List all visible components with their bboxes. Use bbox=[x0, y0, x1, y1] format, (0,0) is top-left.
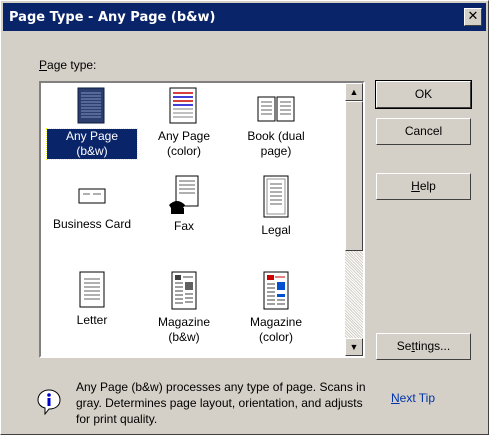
page-type-label-mnemonic: P bbox=[39, 58, 48, 72]
list-item-label: Magazine (color) bbox=[249, 315, 303, 344]
page-type-list-items: Any Page (b&w) Any Page (color) Book (du… bbox=[41, 83, 344, 356]
list-item-label: Book (dual page) bbox=[247, 129, 305, 158]
tip-text: Any Page (b&w) processes any type of pag… bbox=[76, 380, 366, 426]
magazine-bw-icon bbox=[171, 271, 197, 310]
list-item-letter[interactable]: Letter bbox=[47, 271, 137, 328]
list-item-legal[interactable]: Legal bbox=[231, 175, 321, 238]
window-title: Page Type - Any Page (b&w) bbox=[9, 9, 216, 25]
page-type-label: Page type: bbox=[39, 58, 96, 72]
scroll-down-button[interactable]: ▼ bbox=[345, 338, 363, 356]
settings-label-start: Se bbox=[396, 339, 412, 353]
list-item-label: Letter bbox=[76, 313, 108, 327]
next-tip-link[interactable]: Next Tip bbox=[391, 391, 435, 405]
help-mnemonic: H bbox=[411, 179, 420, 193]
help-button[interactable]: Help bbox=[376, 173, 471, 200]
list-item-magazine-color[interactable]: Magazine (color) bbox=[231, 271, 321, 345]
help-label: elp bbox=[419, 179, 436, 193]
arrow-down-icon: ▼ bbox=[349, 342, 359, 352]
ok-button[interactable]: OK bbox=[375, 80, 472, 109]
info-icon bbox=[37, 389, 61, 415]
settings-button[interactable]: Settings... bbox=[376, 333, 471, 360]
list-item-label: Any Page (b&w) bbox=[46, 128, 138, 160]
fax-icon bbox=[169, 175, 199, 214]
scroll-up-button[interactable]: ▲ bbox=[345, 83, 363, 101]
cancel-button[interactable]: Cancel bbox=[376, 118, 471, 145]
list-item-book-dual-page[interactable]: Book (dual page) bbox=[231, 87, 321, 159]
next-tip-mnemonic: N bbox=[391, 391, 400, 405]
list-item-label: Legal bbox=[261, 223, 291, 237]
close-icon: ✕ bbox=[467, 9, 479, 24]
list-item-label: Magazine (b&w) bbox=[157, 315, 211, 344]
magazine-color-icon bbox=[263, 271, 289, 310]
page-type-dialog: Page Type - Any Page (b&w) ✕ Page type: … bbox=[0, 0, 489, 435]
vertical-scrollbar[interactable]: ▲ ▼ bbox=[345, 83, 363, 356]
settings-label-end: tings... bbox=[414, 339, 451, 353]
any-page-color-icon bbox=[169, 87, 197, 124]
close-button[interactable]: ✕ bbox=[464, 8, 482, 26]
list-item-any-page-color[interactable]: Any Page (color) bbox=[139, 87, 229, 159]
list-item-business-card[interactable]: Business Card bbox=[47, 175, 137, 232]
business-card-icon bbox=[78, 188, 106, 204]
list-item-any-page-bw[interactable]: Any Page (b&w) bbox=[46, 87, 138, 160]
page-type-list[interactable]: Any Page (b&w) Any Page (color) Book (du… bbox=[39, 81, 365, 358]
scroll-thumb[interactable] bbox=[345, 101, 363, 251]
list-item-label: Any Page (color) bbox=[157, 129, 211, 158]
list-item-label: Fax bbox=[173, 219, 194, 233]
letter-icon bbox=[79, 271, 105, 308]
title-bar[interactable]: Page Type - Any Page (b&w) ✕ bbox=[3, 3, 486, 31]
list-item-label: Business Card bbox=[52, 217, 132, 231]
list-item-fax[interactable]: Fax bbox=[139, 175, 229, 234]
legal-icon bbox=[263, 175, 289, 218]
book-dual-page-icon bbox=[257, 96, 295, 122]
any-page-bw-icon bbox=[77, 87, 105, 124]
page-type-label-text: age type: bbox=[47, 58, 97, 72]
arrow-up-icon: ▲ bbox=[349, 87, 359, 97]
next-tip-label: ext Tip bbox=[399, 391, 436, 405]
list-item-magazine-bw[interactable]: Magazine (b&w) bbox=[139, 271, 229, 345]
